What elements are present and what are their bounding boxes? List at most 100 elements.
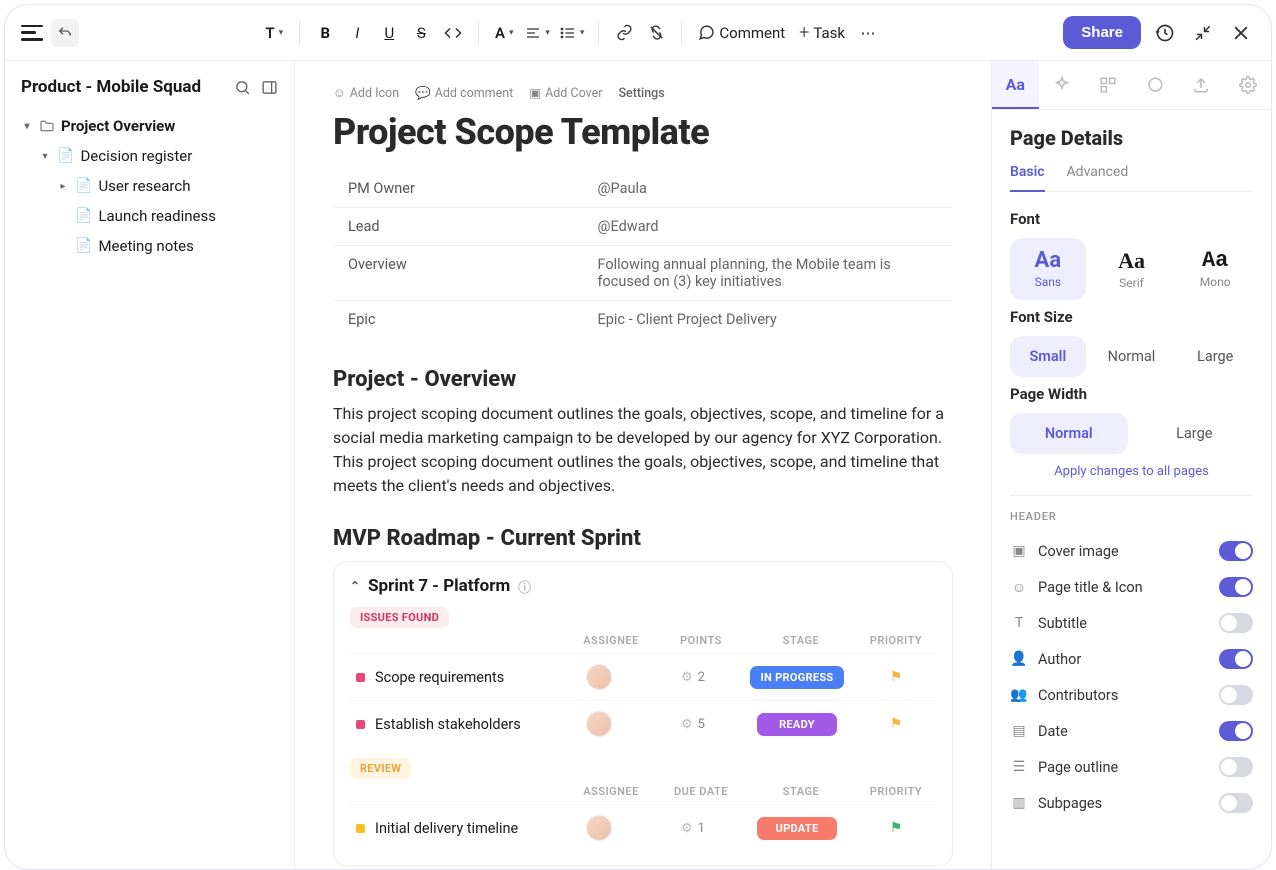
points-icon: ⚙	[681, 670, 693, 685]
paragraph[interactable]: This project scoping document outlines t…	[333, 402, 953, 498]
avatar[interactable]	[586, 711, 612, 737]
fontsize-normal[interactable]: Normal	[1094, 336, 1170, 377]
subtab-advanced[interactable]: Advanced	[1067, 164, 1129, 191]
right-panel: Aa Page Details Basic Advanced Font AaSa…	[991, 61, 1271, 869]
pages-icon: ▥	[1010, 795, 1028, 811]
sprint-header[interactable]: ⌃ Sprint 7 - Platform ⓘ	[350, 576, 936, 596]
section-width-label: Page Width	[1010, 385, 1253, 403]
bold-button[interactable]: B	[310, 17, 340, 49]
stage-badge[interactable]: UPDATE	[757, 817, 837, 840]
page-settings-button[interactable]: Settings	[618, 85, 664, 101]
sidebar-item-meeting-notes[interactable]: 📄 Meeting notes	[53, 231, 282, 261]
panel-tab-typography[interactable]: Aa	[992, 61, 1039, 109]
history-icon[interactable]	[1151, 19, 1179, 47]
list-menu[interactable]: ▾	[556, 17, 589, 49]
sidebar-item-user-research[interactable]: ▸ 📄 User research	[53, 171, 282, 201]
panel-tab-export[interactable]	[1178, 61, 1225, 109]
info-key: PM Owner	[334, 170, 584, 208]
sidebar-item-label: Launch readiness	[98, 207, 216, 225]
col-stage: STAGE	[746, 634, 856, 647]
share-button[interactable]: Share	[1063, 16, 1141, 49]
toggle-date[interactable]	[1219, 721, 1253, 741]
panel-tab-blocks[interactable]	[1085, 61, 1132, 109]
more-button[interactable]: ⋯	[853, 17, 883, 49]
panel-tab-ai[interactable]	[1039, 61, 1086, 109]
workspace-title: Product - Mobile Squad	[21, 77, 201, 97]
table-row[interactable]: Establish stakeholders ⚙5 READY ⚑	[350, 700, 936, 747]
toggle-subpages[interactable]	[1219, 793, 1253, 813]
chevron-up-icon: ⌃	[350, 579, 360, 593]
add-comment-button[interactable]: 💬Add comment	[415, 85, 513, 101]
font-option-serif[interactable]: AaSerif	[1094, 238, 1170, 300]
toggle-cover-image[interactable]	[1219, 541, 1253, 561]
undo-button[interactable]	[51, 19, 79, 47]
menu-icon[interactable]	[21, 25, 43, 41]
sidebar-item-decision-register[interactable]: ▾ 📄 Decision register	[35, 141, 282, 171]
unlink-button[interactable]	[641, 17, 671, 49]
info-icon[interactable]: ⓘ	[518, 577, 531, 596]
font-option-sans[interactable]: AaSans	[1010, 238, 1086, 300]
sidebar-item-project-overview[interactable]: ▾ Project Overview	[17, 111, 282, 141]
link-button[interactable]	[609, 17, 639, 49]
strike-button[interactable]: S	[406, 17, 436, 49]
page-title[interactable]: Project Scope Template	[333, 111, 953, 153]
stage-badge[interactable]: IN PROGRESS	[750, 666, 843, 689]
font-option-mono[interactable]: AaMono	[1177, 238, 1253, 300]
heading[interactable]: MVP Roadmap - Current Sprint	[333, 526, 953, 551]
underline-button[interactable]: U	[374, 17, 404, 49]
toggle-subtitle[interactable]	[1219, 613, 1253, 633]
sidebar-item-launch-readiness[interactable]: 📄 Launch readiness	[53, 201, 282, 231]
add-icon-button[interactable]: ☺Add Icon	[333, 85, 399, 101]
italic-button[interactable]: I	[342, 17, 372, 49]
toggle-outline[interactable]	[1219, 757, 1253, 777]
add-cover-button[interactable]: ▣Add Cover	[529, 85, 602, 101]
flag-icon[interactable]: ⚑	[890, 716, 903, 732]
collapse-icon[interactable]	[1189, 19, 1217, 47]
users-icon: 👥	[1010, 687, 1028, 703]
group-badge-issues[interactable]: ISSUES FOUND	[350, 607, 449, 628]
col-assignee: ASSIGNEE	[566, 634, 656, 647]
panel-tab-comments[interactable]	[1132, 61, 1179, 109]
fontsize-large[interactable]: Large	[1177, 336, 1253, 377]
panel-title: Page Details	[1010, 126, 1253, 150]
toggle-contributors[interactable]	[1219, 685, 1253, 705]
setting-subpages: ▥Subpages	[1010, 785, 1253, 821]
table-row[interactable]: Initial delivery timeline ⚙1 UPDATE ⚑	[350, 804, 936, 851]
fontsize-small[interactable]: Small	[1010, 336, 1086, 377]
info-val[interactable]: @Edward	[584, 208, 953, 246]
table-row[interactable]: Scope requirements ⚙2 IN PROGRESS ⚑	[350, 653, 936, 700]
heading[interactable]: Project - Overview	[333, 367, 953, 392]
apply-all-link[interactable]: Apply changes to all pages	[1010, 464, 1253, 479]
info-val[interactable]: @Paula	[584, 170, 953, 208]
pagewidth-normal[interactable]: Normal	[1010, 413, 1128, 454]
document-main: ☺Add Icon 💬Add comment ▣Add Cover Settin…	[295, 61, 991, 869]
avatar[interactable]	[586, 664, 612, 690]
panel-tab-settings[interactable]	[1225, 61, 1272, 109]
setting-label: Author	[1038, 651, 1081, 668]
text-color-menu[interactable]: A▾	[489, 17, 519, 49]
toggle-page-title[interactable]	[1219, 577, 1253, 597]
align-menu[interactable]: ▾	[521, 17, 554, 49]
info-val[interactable]: Following annual planning, the Mobile te…	[584, 246, 953, 301]
panel-toggle-icon[interactable]	[261, 79, 278, 96]
file-icon: 📄	[57, 148, 74, 164]
flag-icon[interactable]: ⚑	[890, 669, 903, 685]
flag-icon[interactable]: ⚑	[890, 820, 903, 836]
subtab-basic[interactable]: Basic	[1010, 164, 1045, 192]
close-icon[interactable]	[1227, 19, 1255, 47]
task-button[interactable]: +Task	[793, 18, 851, 47]
setting-label: Page outline	[1038, 759, 1118, 776]
text-style-menu[interactable]: T▾	[259, 17, 289, 49]
setting-date: ▤Date	[1010, 713, 1253, 749]
comment-button[interactable]: Comment	[692, 20, 791, 46]
search-icon[interactable]	[234, 79, 251, 96]
info-val[interactable]: Epic - Client Project Delivery	[584, 301, 953, 339]
table-header: ASSIGNEE POINTS STAGE PRIORITY	[350, 628, 936, 653]
pagewidth-large[interactable]: Large	[1136, 413, 1254, 454]
toggle-author[interactable]	[1219, 649, 1253, 669]
avatar[interactable]	[586, 815, 612, 841]
code-button[interactable]	[438, 17, 468, 49]
group-badge-review[interactable]: REVIEW	[350, 758, 411, 779]
stage-badge[interactable]: READY	[757, 713, 837, 736]
task-name: Establish stakeholders	[375, 716, 521, 733]
